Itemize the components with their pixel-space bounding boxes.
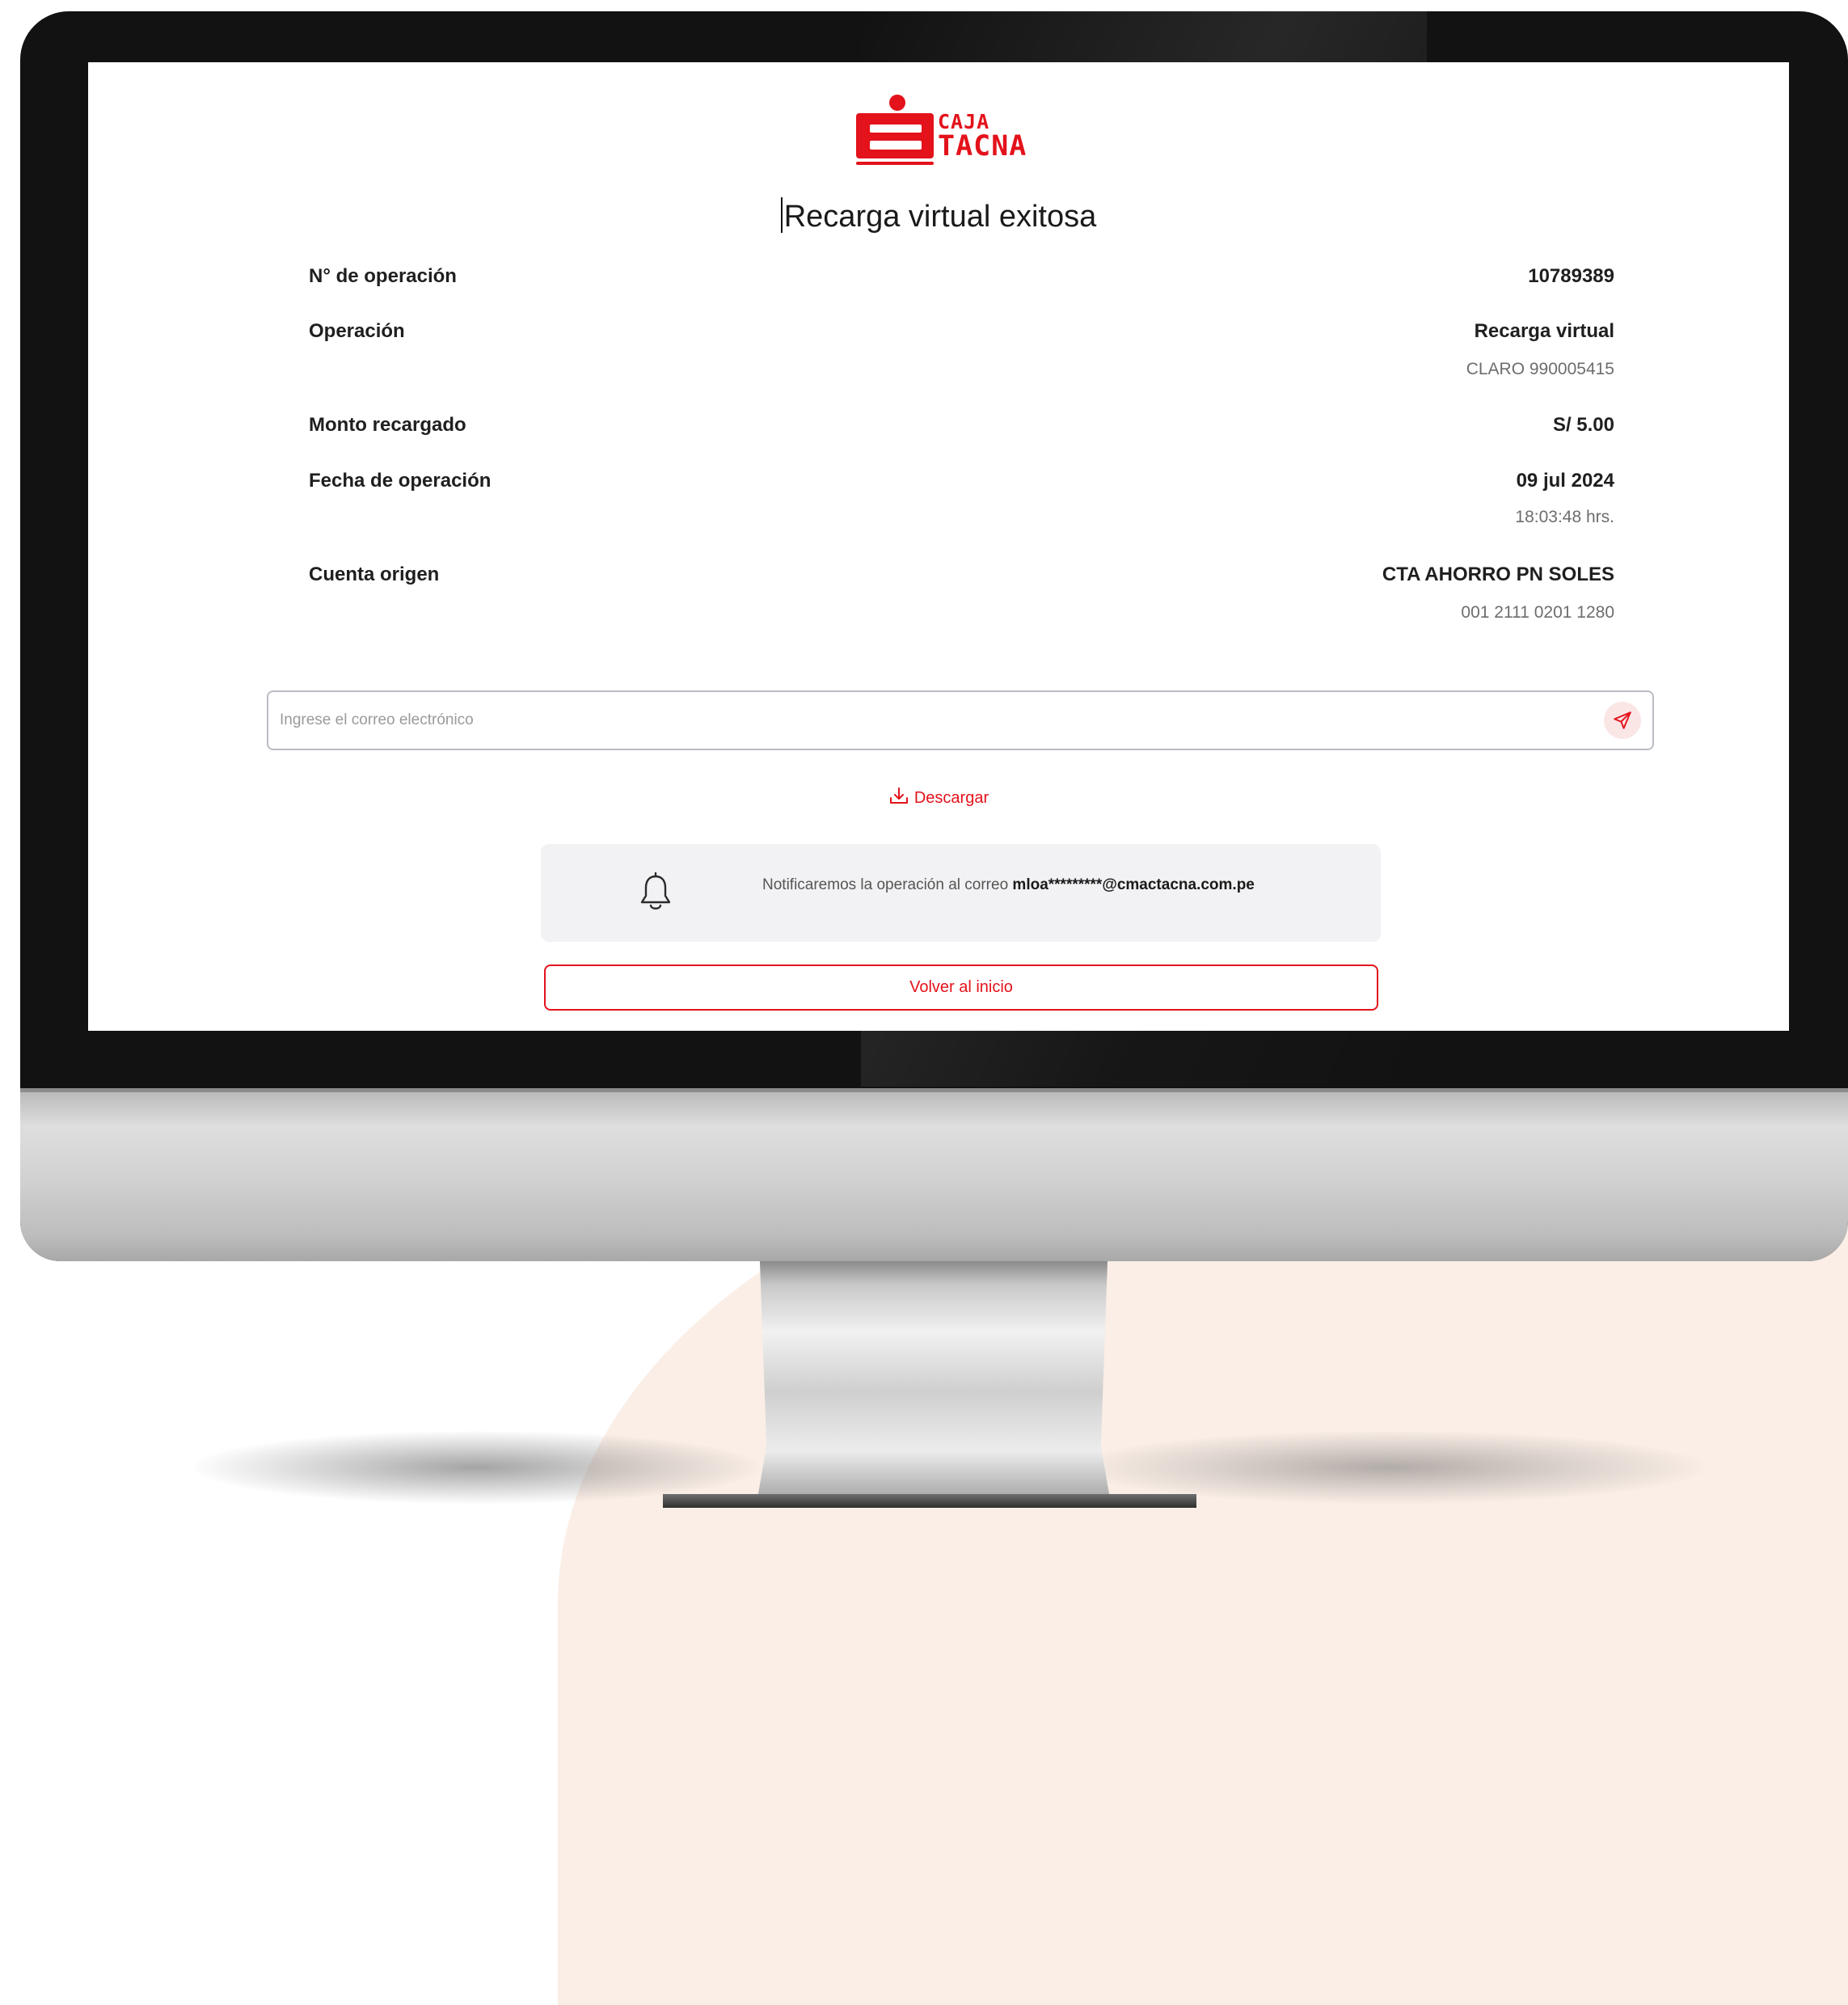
monitor-stand <box>756 1249 1112 1508</box>
receipt-screen: CAJA TACNA Recarga virtual exitosa N° de… <box>88 62 1789 1031</box>
send-icon <box>1614 711 1631 729</box>
page-title: Recarga virtual exitosa <box>88 197 1789 236</box>
amount-value: S/ 5.00 <box>1552 414 1614 436</box>
email-field-container <box>267 690 1654 750</box>
monitor-stand-base <box>663 1494 1196 1508</box>
download-label: Descargar <box>913 789 989 807</box>
download-icon <box>889 787 908 804</box>
monitor-chin-edge <box>20 1088 1848 1092</box>
send-email-button[interactable] <box>1604 702 1641 739</box>
back-to-home-button[interactable]: Volver al inicio <box>544 965 1378 1011</box>
bell-icon <box>640 872 671 910</box>
operation-number-label: N° de operación <box>309 265 457 287</box>
logo-mark-icon <box>856 95 934 165</box>
date-label: Fecha de operación <box>309 470 492 492</box>
caja-tacna-logo: CAJA TACNA <box>854 94 1088 167</box>
download-link[interactable]: Descargar <box>88 787 1789 808</box>
source-account-value: CTA AHORRO PN SOLES <box>1382 564 1614 585</box>
monitor-chin <box>20 1088 1848 1261</box>
time-value: 18:03:48 hrs. <box>1515 508 1614 526</box>
notification-message: Notificaremos la operación al correo mlo… <box>762 876 1255 894</box>
operation-detail: CLARO 990005415 <box>1466 360 1614 378</box>
page-title-text: Recarga virtual exitosa <box>783 200 1097 234</box>
floor-shadow-right <box>1075 1431 1706 1504</box>
operation-number-value: 10789389 <box>1528 265 1614 287</box>
operation-label: Operación <box>309 320 405 342</box>
email-input[interactable] <box>280 692 1573 749</box>
logo-text-tacna: TACNA <box>938 130 1027 163</box>
floor-shadow-left <box>194 1431 760 1504</box>
notification-text: Notificaremos la operación al correo <box>762 876 1009 893</box>
logo-text-caja: CAJA <box>938 110 990 133</box>
text-cursor <box>780 197 783 233</box>
operation-value: Recarga virtual <box>1474 320 1614 342</box>
date-value: 09 jul 2024 <box>1516 470 1614 492</box>
source-account-number: 001 2111 0201 1280 <box>1461 603 1614 622</box>
notification-email: mloa*********@cmactacna.com.pe <box>1012 876 1255 893</box>
source-account-label: Cuenta origen <box>309 564 440 585</box>
notification-banner: Notificaremos la operación al correo mlo… <box>541 844 1381 942</box>
amount-label: Monto recargado <box>309 414 466 436</box>
